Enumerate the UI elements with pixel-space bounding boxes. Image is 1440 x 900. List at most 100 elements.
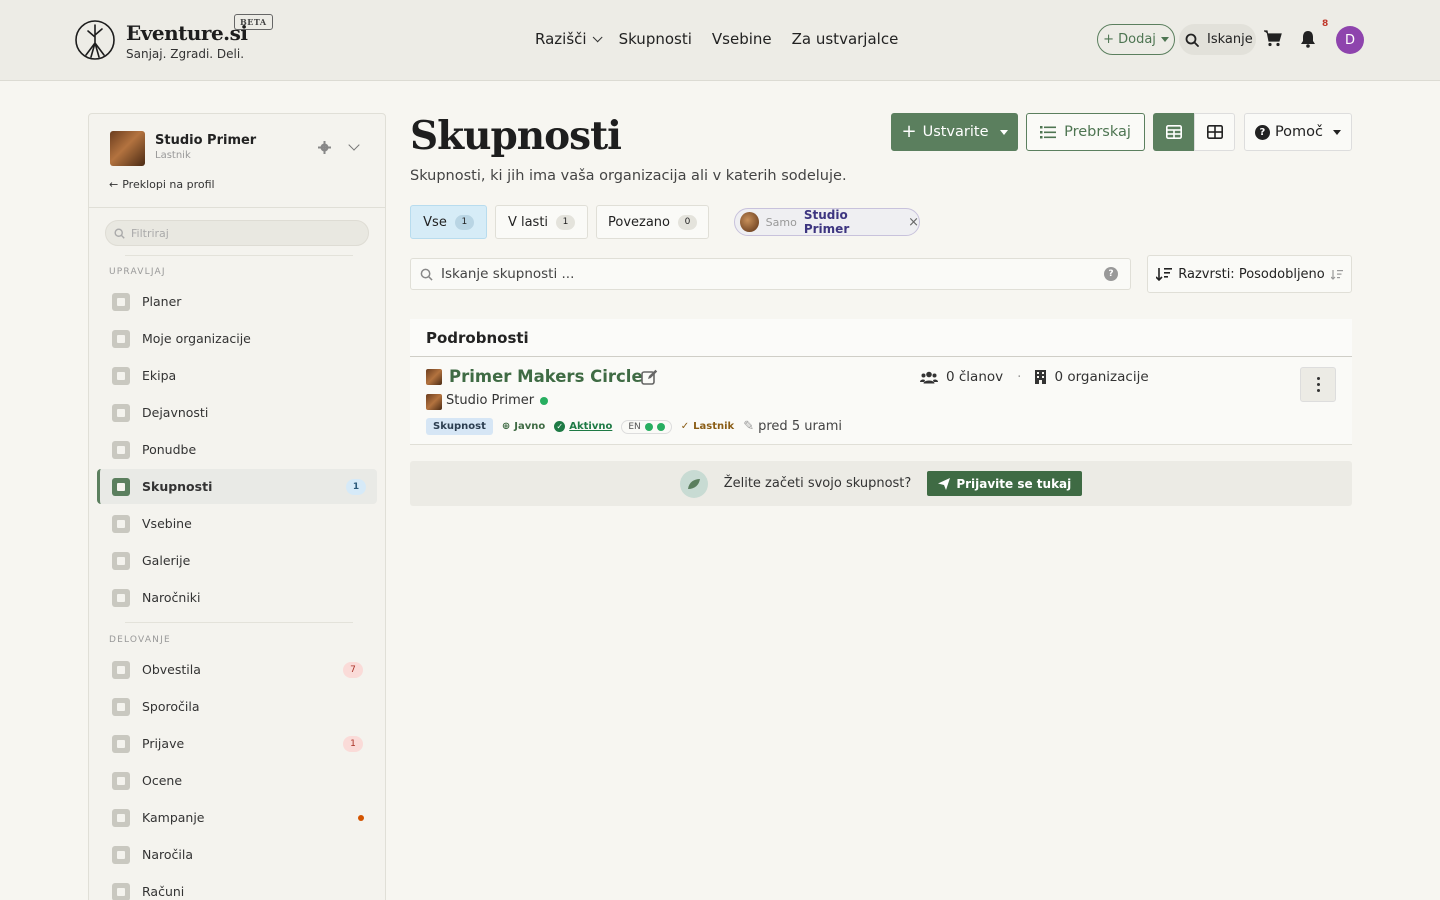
org-avatar xyxy=(740,212,759,232)
community-avatar xyxy=(426,369,442,385)
sidebar: Studio Primer Lastnik ← Preklopi na prof… xyxy=(88,113,386,900)
nav-communities[interactable]: Skupnosti xyxy=(619,30,692,48)
check-circle-icon: ✓ xyxy=(554,421,566,432)
status-badge[interactable]: ✓ Aktivno xyxy=(554,421,612,432)
language-badge: EN xyxy=(621,419,672,434)
status-dot xyxy=(644,422,653,431)
community-name-link[interactable]: Primer Makers Circle xyxy=(449,367,643,386)
search-icon xyxy=(1185,33,1199,47)
sidebar-item-invoices[interactable]: Računi xyxy=(97,874,377,900)
caret-down-icon xyxy=(999,129,1008,135)
search-icon xyxy=(420,268,433,281)
count-badge: 1 xyxy=(346,478,366,495)
grid-icon xyxy=(1206,125,1223,139)
search-button[interactable]: Iskanje xyxy=(1179,24,1256,55)
view-table-toggle[interactable] xyxy=(1153,113,1194,151)
view-grid-toggle[interactable] xyxy=(1194,113,1235,151)
edit-icon[interactable] xyxy=(641,369,658,386)
caret-down-icon xyxy=(1333,129,1342,135)
org-role: Lastnik xyxy=(155,150,191,161)
team-icon xyxy=(112,366,130,385)
org-name[interactable]: Studio Primer xyxy=(155,133,256,148)
chevron-down-icon[interactable] xyxy=(348,139,360,151)
bell-icon xyxy=(112,660,130,679)
tab-connected[interactable]: Povezano 0 xyxy=(596,205,709,239)
visibility-badge: ⊕ Javno xyxy=(501,421,546,432)
org-avatar xyxy=(110,131,145,166)
sidebar-item-galleries[interactable]: Galerije xyxy=(97,543,377,578)
signup-button[interactable]: Prijavite se tukaj xyxy=(927,471,1083,496)
globe-icon: ⊕ xyxy=(501,421,511,432)
gear-icon[interactable] xyxy=(318,141,331,154)
sidebar-item-offers[interactable]: Ponudbe xyxy=(97,432,377,467)
help-icon[interactable]: ? xyxy=(1104,267,1118,281)
sidebar-filter-input[interactable]: Filtriraj xyxy=(105,220,369,246)
bell-icon[interactable] xyxy=(1300,30,1316,48)
nav-creators[interactable]: Za ustvarjalce xyxy=(792,30,899,48)
switch-to-profile-link[interactable]: ← Preklopi na profil xyxy=(109,178,215,191)
tab-all[interactable]: Vse 1 xyxy=(410,205,487,239)
page-subtitle: Skupnosti, ki jih ima vaša organizacija … xyxy=(410,168,847,184)
sidebar-item-subscribers[interactable]: Naročniki xyxy=(97,580,377,615)
nav-content[interactable]: Vsebine xyxy=(712,30,772,48)
users-icon xyxy=(112,477,130,496)
beta-badge: BETA xyxy=(234,14,273,30)
role-badge: ✓ Lastnik xyxy=(680,421,735,432)
browse-button[interactable]: Prebrskaj xyxy=(1026,113,1145,151)
sidebar-item-planner[interactable]: Planer xyxy=(97,284,377,319)
community-details-card: Podrobnosti Primer Makers Circle Studio … xyxy=(410,319,1352,445)
tab-owned[interactable]: V lasti 1 xyxy=(495,205,588,239)
tree-logo-icon[interactable] xyxy=(74,19,116,61)
envelope-icon xyxy=(112,588,130,607)
tab-count: 1 xyxy=(556,214,576,230)
add-button[interactable]: + Dodaj xyxy=(1097,24,1175,55)
divider xyxy=(125,622,353,623)
search-icon xyxy=(114,227,125,239)
community-search-input[interactable]: Iskanje skupnosti ... ? xyxy=(410,258,1131,290)
sidebar-item-activities[interactable]: Dejavnosti xyxy=(97,395,377,430)
sidebar-item-orders[interactable]: Naročila xyxy=(97,837,377,872)
sidebar-item-communities[interactable]: Skupnosti 1 xyxy=(97,469,377,504)
count-badge: 1 xyxy=(343,735,363,752)
main-nav: Razišči Skupnosti Vsebine Za ustvarjalce xyxy=(535,30,898,48)
more-actions-button[interactable] xyxy=(1300,367,1336,402)
close-icon[interactable]: × xyxy=(908,215,919,230)
sidebar-item-team[interactable]: Ekipa xyxy=(97,358,377,393)
caret-down-icon xyxy=(1160,37,1169,42)
plus-icon: + xyxy=(901,121,917,142)
brand-name[interactable]: Eventure.si xyxy=(126,21,248,45)
help-button[interactable]: ? Pomoč xyxy=(1244,113,1352,151)
sidebar-item-messages[interactable]: Sporočila xyxy=(97,689,377,724)
sidebar-item-campaigns[interactable]: Kampanje xyxy=(97,800,377,835)
online-status-dot xyxy=(540,396,549,405)
org-count: 0 organizacije xyxy=(1054,369,1149,385)
sort-direction-icon xyxy=(1330,269,1343,280)
star-icon xyxy=(112,771,130,790)
create-button[interactable]: + Ustvarite xyxy=(891,113,1018,151)
sidebar-item-content[interactable]: Vsebine xyxy=(97,506,377,541)
pencil-icon: ✎ xyxy=(743,419,755,434)
sidebar-item-reviews[interactable]: Ocene xyxy=(97,763,377,798)
user-avatar[interactable]: D xyxy=(1336,26,1364,54)
page-title: Skupnosti xyxy=(410,113,622,159)
status-dot xyxy=(358,814,364,821)
arrow-left-icon: ← xyxy=(109,178,119,191)
sort-icon xyxy=(1156,268,1173,281)
divider xyxy=(89,207,385,208)
shopping-bag-icon xyxy=(112,845,130,864)
community-tags: Skupnost ⊕ Javno ✓ Aktivno EN ✓ Lastnik ✎ pr… xyxy=(426,418,842,435)
nav-explore[interactable]: Razišči xyxy=(535,30,603,48)
owner-filter-chip: Samo Studio Primer × xyxy=(734,208,920,236)
sort-button[interactable]: Razvrsti: Posodobljeno xyxy=(1147,255,1352,293)
separator: · xyxy=(1017,369,1022,385)
chevron-down-icon xyxy=(592,31,603,42)
cart-icon[interactable] xyxy=(1264,30,1282,47)
building-icon xyxy=(1035,370,1047,384)
community-org[interactable]: Studio Primer xyxy=(446,393,549,408)
sidebar-item-registrations[interactable]: Prijave 1 xyxy=(97,726,377,761)
list-icon xyxy=(1040,125,1057,138)
sidebar-item-organizations[interactable]: Moje organizacije xyxy=(97,321,377,356)
tag-icon xyxy=(112,440,130,459)
users-icon xyxy=(920,371,938,383)
sidebar-item-notifications[interactable]: Obvestila 7 xyxy=(97,652,377,687)
